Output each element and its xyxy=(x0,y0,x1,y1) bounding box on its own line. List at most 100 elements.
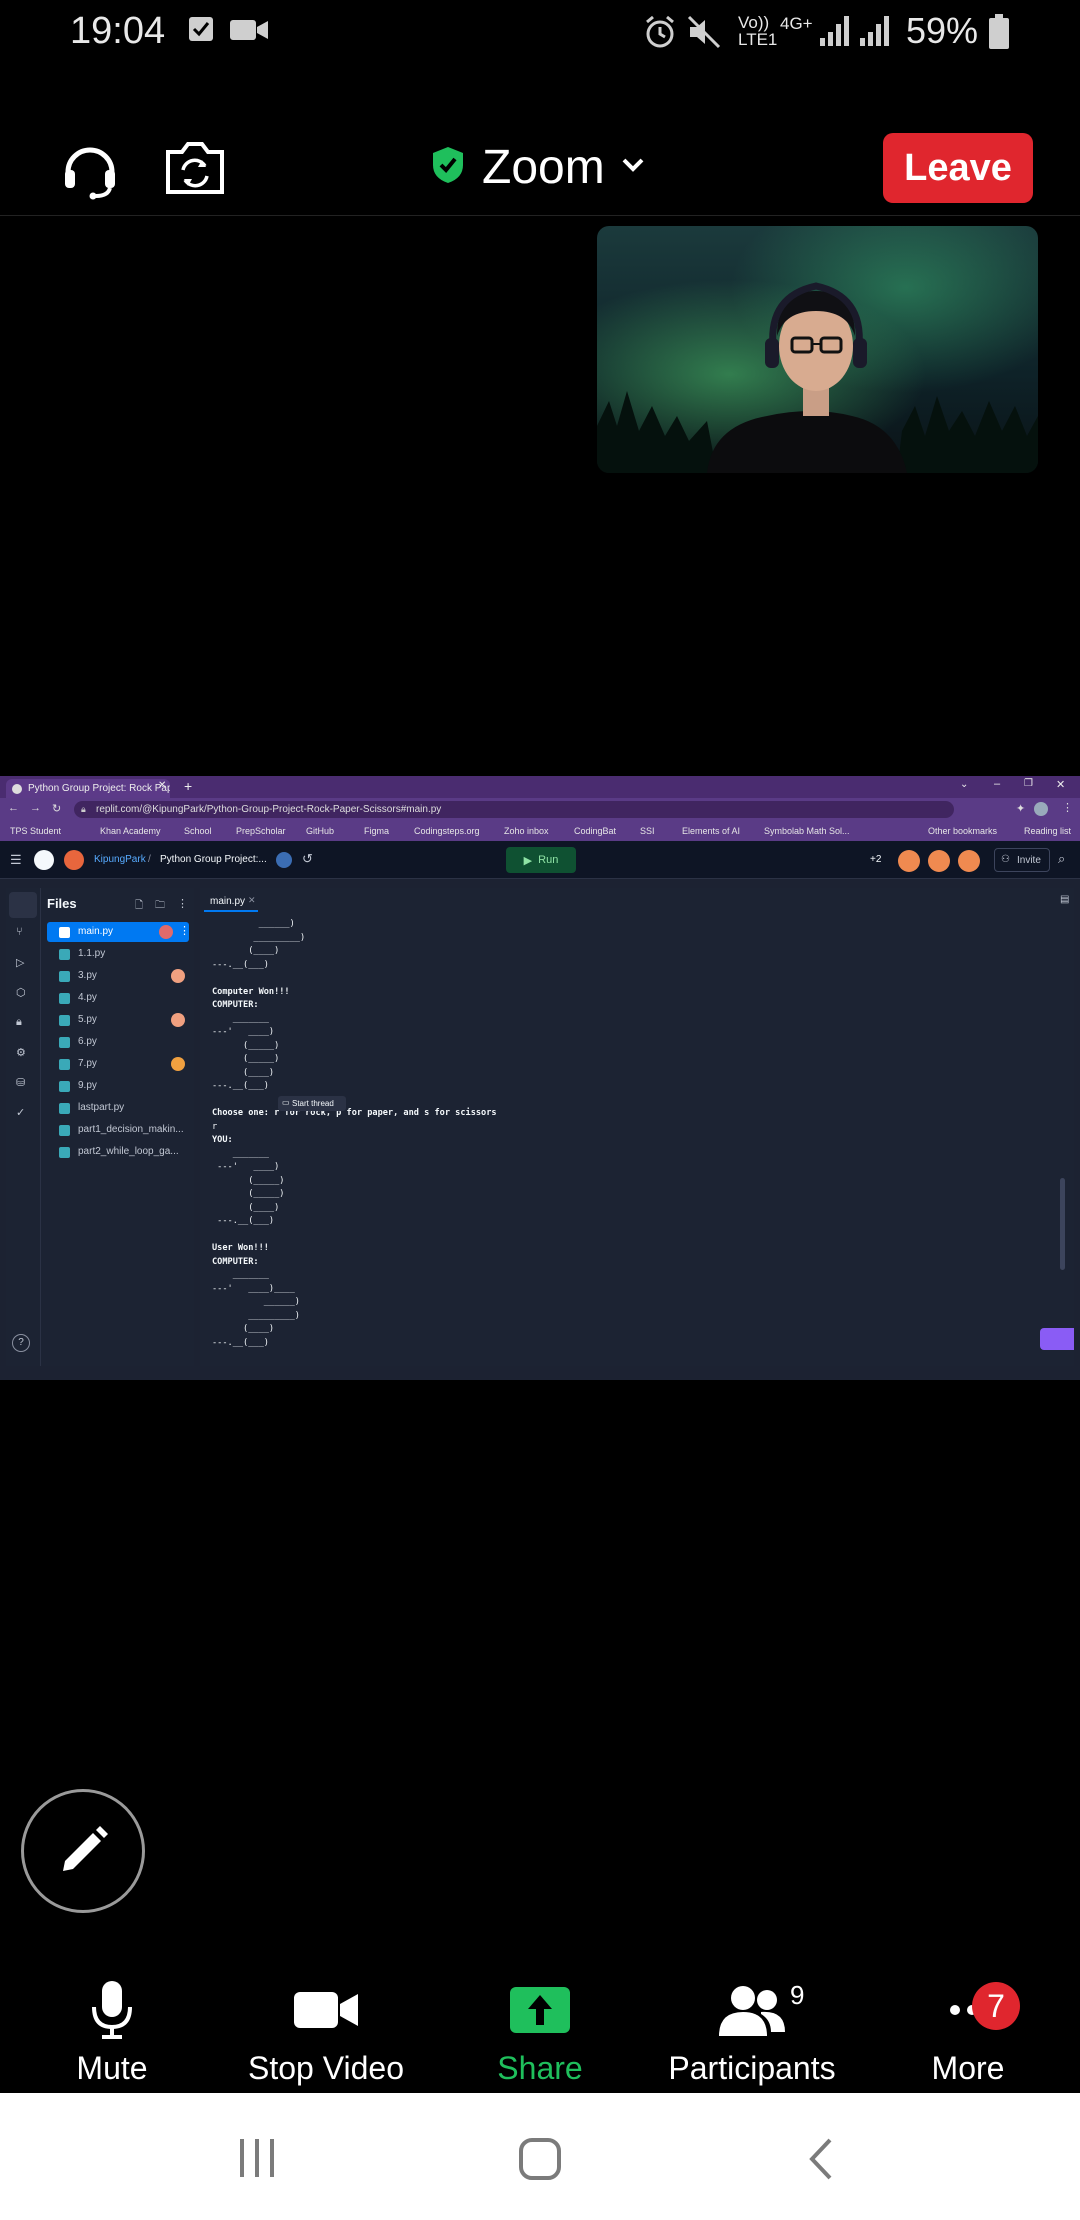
bookmark-codingbat[interactable]: CodingBat xyxy=(574,826,616,836)
console-line: (_____) xyxy=(212,1054,280,1064)
pencil-icon xyxy=(63,1826,108,1871)
tab-search-chevron-icon[interactable]: ⌄ xyxy=(960,779,968,790)
extra-users-count[interactable]: +2 xyxy=(870,854,881,865)
file-item[interactable]: 3.py xyxy=(47,966,189,986)
console-line: Computer Won!!! xyxy=(212,986,290,997)
user-avatar[interactable] xyxy=(64,850,84,870)
settings-gear-icon[interactable]: ⚙ xyxy=(16,1046,26,1059)
leave-button[interactable]: Leave xyxy=(883,133,1033,203)
new-file-icon[interactable]: 🗋 xyxy=(135,898,143,915)
bookmark-elements-of-ai[interactable]: Elements of AI xyxy=(682,826,740,836)
python-language-icon xyxy=(276,852,292,868)
files-menu-icon[interactable]: ⋮ xyxy=(177,897,188,910)
file-item[interactable]: 1.1.py xyxy=(47,944,189,964)
mute-button[interactable]: Mute xyxy=(12,1968,212,2093)
bookmark-figma[interactable]: Figma xyxy=(364,826,389,836)
stop-video-button[interactable]: Stop Video xyxy=(226,1968,426,2093)
file-item[interactable]: 5.py xyxy=(47,1010,189,1030)
console-line: _______ xyxy=(212,1270,269,1280)
file-item[interactable]: 9.py xyxy=(47,1076,189,1096)
bookmark-symbolab[interactable]: Symbolab Math Sol... xyxy=(764,826,850,836)
file-item[interactable]: 4.py xyxy=(47,988,189,1008)
annotate-pencil-button[interactable] xyxy=(21,1789,145,1913)
secrets-lock-icon[interactable]: 🔒︎ xyxy=(16,1016,22,1029)
new-folder-icon[interactable]: 🗀 xyxy=(155,898,165,915)
python-file-icon xyxy=(59,1125,70,1136)
python-file-icon xyxy=(59,1147,70,1158)
share-button[interactable]: Share xyxy=(440,1968,640,2093)
help-icon[interactable]: ? xyxy=(12,1334,30,1352)
hamburger-menu-icon[interactable]: ☰ xyxy=(10,852,22,868)
file-item[interactable]: 7.py xyxy=(47,1054,189,1074)
close-tab-icon[interactable]: ✕ xyxy=(158,780,166,791)
reload-icon[interactable]: ↻ xyxy=(52,802,61,815)
database-icon[interactable]: ⛁ xyxy=(16,1076,25,1089)
replit-logo-icon[interactable] xyxy=(34,850,54,870)
invite-button[interactable]: ⚇ Invite xyxy=(994,848,1050,872)
run-button[interactable]: ▶ Run xyxy=(506,847,576,873)
minimize-window-icon[interactable]: – xyxy=(994,778,1000,790)
browser-menu-icon[interactable]: ⋮ xyxy=(1062,801,1073,814)
bookmark-tps-student[interactable]: TPS Student xyxy=(10,826,61,836)
file-item-main-py[interactable]: main.py ⋮ xyxy=(47,922,189,942)
address-bar[interactable]: 🔒︎ replit.com/@KipungPark/Python-Group-P… xyxy=(74,801,954,818)
run-label: Run xyxy=(538,854,559,866)
bookmark-zoho-inbox[interactable]: Zoho inbox xyxy=(504,826,549,836)
chevron-down-icon xyxy=(621,155,645,180)
maximize-window-icon[interactable]: ❐ xyxy=(1024,778,1033,789)
tab-main-py[interactable]: main.py ✕ xyxy=(204,890,258,912)
version-control-icon[interactable]: ⑂ xyxy=(16,926,23,938)
file-item[interactable]: lastpart.py xyxy=(47,1098,189,1118)
close-window-icon[interactable]: ✕ xyxy=(1056,778,1065,791)
back-icon[interactable] xyxy=(806,2137,836,2186)
layout-icon[interactable]: ▤ xyxy=(1060,894,1069,905)
collaborator-avatar[interactable] xyxy=(928,850,950,872)
file-name: 3.py xyxy=(78,970,97,981)
file-item[interactable]: part2_while_loop_ga... xyxy=(47,1142,189,1162)
console-output[interactable]: ______) _________) (____) ---.__(___) Com… xyxy=(208,918,1066,1362)
console-scrollbar[interactable] xyxy=(1060,1178,1065,1270)
checkmark-icon[interactable]: ✓ xyxy=(16,1106,25,1119)
recent-apps-icon[interactable] xyxy=(236,2137,278,2184)
file-item[interactable]: 6.py xyxy=(47,1032,189,1052)
close-tab-icon[interactable]: ✕ xyxy=(248,895,256,906)
bookmark-khan-academy[interactable]: Khan Academy xyxy=(100,826,161,836)
history-icon[interactable]: ↺ xyxy=(302,851,313,867)
back-arrow-icon[interactable]: ← xyxy=(8,802,19,814)
bookmark-school[interactable]: School xyxy=(184,826,212,836)
bookmark-ssi[interactable]: SSI xyxy=(640,826,655,836)
bookmark-prepscholar[interactable]: PrepScholar xyxy=(236,826,286,836)
collaborator-avatar xyxy=(159,925,173,939)
profile-avatar[interactable] xyxy=(1034,802,1048,816)
extensions-icon[interactable]: ✦ xyxy=(1016,802,1025,815)
forward-arrow-icon[interactable]: → xyxy=(30,802,41,814)
replit-username[interactable]: KipungPark xyxy=(94,854,146,865)
start-thread-button[interactable]: ▭ Start thread xyxy=(278,1096,346,1111)
collaborator-avatar[interactable] xyxy=(898,850,920,872)
search-icon[interactable]: ⌕ xyxy=(1058,851,1065,867)
file-item[interactable]: part1_decision_makin... xyxy=(47,1120,189,1140)
files-tool-icon[interactable] xyxy=(9,892,37,918)
meeting-title-dropdown[interactable]: Zoom xyxy=(430,140,645,195)
bookmark-github[interactable]: GitHub xyxy=(306,826,334,836)
audio-headset-icon[interactable] xyxy=(60,140,120,205)
collaborator-avatar[interactable] xyxy=(958,850,980,872)
debugger-icon[interactable]: ▷ xyxy=(16,956,24,969)
participants-button[interactable]: 9 Participants xyxy=(652,1968,852,2093)
file-menu-icon[interactable]: ⋮ xyxy=(179,924,189,937)
bookmark-other[interactable]: Other bookmarks xyxy=(928,826,997,836)
participant-video-tile[interactable] xyxy=(597,226,1038,473)
more-button[interactable]: 7 More xyxy=(868,1968,1068,2093)
chat-bubble-icon[interactable] xyxy=(1040,1328,1074,1350)
switch-camera-icon[interactable] xyxy=(162,138,228,203)
packages-icon[interactable]: ⬡ xyxy=(16,986,26,999)
project-name[interactable]: Python Group Project:... xyxy=(160,854,267,865)
bookmark-reading-list[interactable]: Reading list xyxy=(1024,826,1071,836)
alarm-icon xyxy=(642,14,678,55)
home-icon[interactable] xyxy=(518,2137,562,2186)
browser-tab[interactable]: Python Group Project: Rock Pape xyxy=(6,779,170,798)
file-name: 5.py xyxy=(78,1014,97,1025)
new-tab-icon[interactable]: + xyxy=(184,778,192,794)
bookmark-codingsteps[interactable]: Codingsteps.org xyxy=(414,826,480,836)
python-file-icon xyxy=(59,949,70,960)
